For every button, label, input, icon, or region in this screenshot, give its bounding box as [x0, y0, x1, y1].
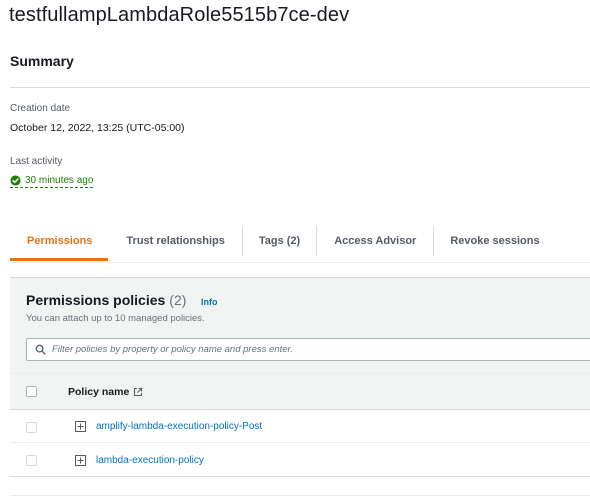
info-link[interactable]: Info: [201, 297, 218, 307]
policy-name-link[interactable]: lambda-execution-policy: [96, 455, 204, 466]
policy-count: (2): [169, 292, 187, 308]
row-checkbox[interactable]: [26, 422, 37, 433]
creation-date-label: Creation date: [10, 103, 71, 114]
table-row: lambda-execution-policy: [10, 444, 590, 477]
table-row: amplify-lambda-execution-policy-Post: [10, 410, 590, 443]
tab-bar: Permissions Trust relationships Tags (2)…: [10, 222, 590, 261]
permissions-policies-title: Permissions policies (2): [26, 292, 186, 308]
page-title: testfullampLambdaRole5515b7ce-dev: [9, 4, 350, 26]
select-all-checkbox[interactable]: [26, 386, 37, 397]
tab-tags-label: Tags (2): [258, 235, 301, 247]
tab-revoke-sessions[interactable]: Revoke sessions: [434, 222, 551, 260]
column-header-label: Policy name: [68, 386, 130, 398]
tab-trust-relationships[interactable]: Trust relationships: [108, 222, 241, 260]
section-divider: [10, 495, 590, 496]
external-link-icon: [134, 387, 143, 397]
table-header: Policy name: [10, 373, 590, 410]
search-icon: [35, 344, 46, 355]
permissions-policies-panel: Permissions policies (2) Info You can att…: [10, 277, 590, 477]
policy-filter-box[interactable]: [26, 338, 590, 361]
summary-heading: Summary: [10, 53, 74, 69]
tab-revoke-sessions-label: Revoke sessions: [450, 235, 540, 247]
row-checkbox[interactable]: [26, 455, 37, 466]
tabs-baseline: [10, 262, 590, 263]
expand-icon[interactable]: [75, 421, 86, 432]
tab-tags[interactable]: Tags (2): [243, 222, 316, 260]
policy-filter-input[interactable]: [52, 344, 552, 355]
last-activity-text: 30 minutes ago: [25, 175, 94, 186]
policy-name-link[interactable]: amplify-lambda-execution-policy-Post: [96, 421, 262, 432]
tab-access-advisor[interactable]: Access Advisor: [317, 222, 433, 260]
last-activity-label: Last activity: [10, 156, 63, 167]
panel-title-text: Permissions policies: [26, 292, 166, 308]
panel-header: Permissions policies (2) Info You can att…: [10, 278, 590, 373]
tab-permissions-label: Permissions: [27, 235, 93, 247]
panel-description: You can attach up to 10 managed policies…: [26, 313, 205, 324]
last-activity-value[interactable]: 30 minutes ago: [10, 175, 94, 188]
tab-trust-relationships-label: Trust relationships: [126, 235, 225, 247]
summary-divider: [10, 87, 590, 88]
expand-icon[interactable]: [75, 455, 86, 466]
creation-date-value: October 12, 2022, 13:25 (UTC-05:00): [10, 122, 185, 134]
check-circle-icon: [10, 175, 21, 186]
tab-permissions[interactable]: Permissions: [10, 222, 109, 261]
column-header-policy-name[interactable]: Policy name: [68, 386, 143, 398]
tab-access-advisor-label: Access Advisor: [334, 235, 417, 247]
